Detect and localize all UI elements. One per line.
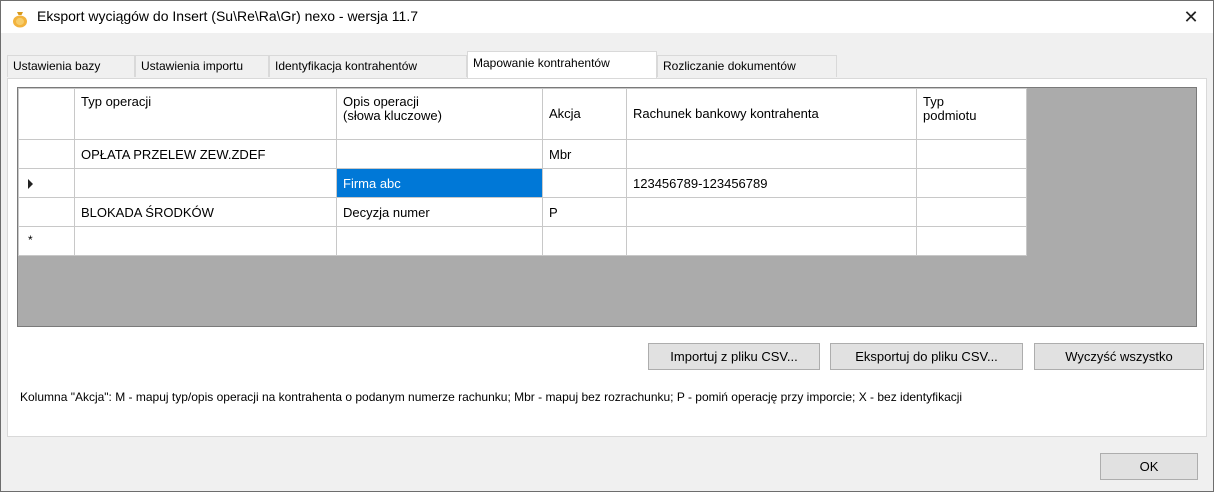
cell-typ-operacji[interactable]: OPŁATA PRZELEW ZEW.ZDEF [74,139,337,169]
column-header-akcja[interactable]: Akcja [542,88,627,140]
title-bar: Eksport wyciągów do Insert (Su\Re\Ra\Gr)… [1,1,1213,33]
cell-opis-operacji-selected[interactable]: Firma abc [336,168,543,198]
akcja-legend-text: Kolumna "Akcja": M - mapuj typ/opis oper… [20,390,963,404]
cell-akcja[interactable] [542,168,627,198]
tab-ustawienia-importu[interactable]: Ustawienia importu [135,55,269,77]
column-podmiot-label-line1: Typ [923,94,944,109]
column-rachunek-label: Rachunek bankowy kontrahenta [633,106,819,121]
cell-akcja[interactable]: Mbr [542,139,627,169]
new-row[interactable]: * [18,226,1027,256]
row-header[interactable] [18,197,75,227]
tab-rozliczanie-dokumentow[interactable]: Rozliczanie dokumentów [657,55,837,77]
ok-button[interactable]: OK [1100,453,1198,480]
row-header-new[interactable]: * [18,226,75,256]
column-akcja-label: Akcja [549,106,581,121]
cell-akcja[interactable] [542,226,627,256]
row-header[interactable] [18,139,75,169]
window-title: Eksport wyciągów do Insert (Su\Re\Ra\Gr)… [37,8,419,24]
current-row-arrow-icon [28,179,33,189]
column-header-typ-operacji[interactable]: Typ operacji [74,88,337,140]
column-header-rachunek[interactable]: Rachunek bankowy kontrahenta [626,88,917,140]
cell-rachunek[interactable] [626,197,917,227]
column-header-opis-operacji[interactable]: Opis operacji (słowa kluczowe) [336,88,543,140]
column-opis-label-line2: (słowa kluczowe) [343,108,442,123]
import-csv-button[interactable]: Importuj z pliku CSV... [648,343,820,370]
tab-identyfikacja-kontrahentow[interactable]: Identyfikacja kontrahentów [269,55,467,77]
tab-mapowanie-kontrahentow[interactable]: Mapowanie kontrahentów [467,51,657,78]
cell-typ-operacji[interactable] [74,168,337,198]
cell-rachunek[interactable] [626,226,917,256]
mapping-table: Typ operacji Opis operacji (słowa kluczo… [18,88,1027,256]
cell-typ-podmiotu[interactable] [916,139,1027,169]
money-bag-icon [13,12,27,28]
cell-typ-podmiotu[interactable] [916,168,1027,198]
tab-ustawienia-bazy[interactable]: Ustawienia bazy [7,55,135,77]
table-row[interactable]: OPŁATA PRZELEW ZEW.ZDEF Mbr [18,139,1027,169]
mapping-grid[interactable]: Typ operacji Opis operacji (słowa kluczo… [17,87,1197,327]
grid-header-row: Typ operacji Opis operacji (słowa kluczo… [18,88,1027,140]
column-podmiot-label-line2: podmiotu [923,108,977,123]
cell-typ-podmiotu[interactable] [916,226,1027,256]
export-csv-button[interactable]: Eksportuj do pliku CSV... [830,343,1023,370]
cell-opis-operacji[interactable]: Decyzja numer [336,197,543,227]
cell-opis-operacji[interactable] [336,226,543,256]
clear-all-button[interactable]: Wyczyść wszystko [1034,343,1204,370]
cell-akcja[interactable]: P [542,197,627,227]
new-row-asterisk-icon: * [28,233,33,247]
cell-typ-operacji[interactable] [74,226,337,256]
cell-rachunek[interactable] [626,139,917,169]
cell-opis-operacji[interactable] [336,139,543,169]
table-row[interactable]: BLOKADA ŚRODKÓW Decyzja numer P [18,197,1027,227]
close-icon[interactable]: ✕ [1169,1,1213,33]
row-header-current[interactable] [18,168,75,198]
cell-typ-operacji[interactable]: BLOKADA ŚRODKÓW [74,197,337,227]
table-row[interactable]: Firma abc 123456789-123456789 [18,168,1027,198]
dialog-window: Eksport wyciągów do Insert (Su\Re\Ra\Gr)… [0,0,1214,492]
cell-typ-podmiotu[interactable] [916,197,1027,227]
cell-rachunek[interactable]: 123456789-123456789 [626,168,917,198]
column-typ-operacji-label: Typ operacji [81,94,152,109]
column-header-typ-podmiotu[interactable]: Typ podmiotu [916,88,1027,140]
column-opis-label-line1: Opis operacji [343,94,419,109]
row-header-corner [18,88,75,140]
